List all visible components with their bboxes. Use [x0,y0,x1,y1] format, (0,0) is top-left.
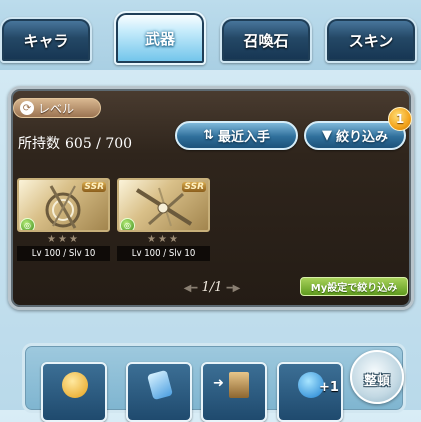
reserve-button[interactable] [126,362,192,422]
level-sort-button[interactable]: ⟳ レベル [13,98,101,118]
filter-label: 絞り込み [335,130,388,145]
tab-chara[interactable]: キャラ [0,17,92,63]
weapon-card[interactable]: SSR ◎ ★★★ Lv 100 / Slv 10 [17,178,110,263]
sort-button[interactable]: ⇅ 最近入手 [175,121,298,150]
tab-bar: キャラ 武器 召喚石 スキン [0,0,421,70]
tab-weapon[interactable]: 武器 [114,11,206,65]
next-page-arrow-icon[interactable]: ━▶ [227,283,241,294]
tab-summon[interactable]: 召喚石 [220,17,312,63]
my-setting-filter-button[interactable]: My設定で絞り込み [300,277,408,296]
weapon-image: SSR ◎ [17,178,110,232]
sort-label: 最近入手 [217,130,270,145]
plus-icon: +1 [319,380,339,395]
sell-button[interactable] [41,362,107,422]
weapon-level: Lv 100 / Slv 10 [117,246,210,261]
sort-arrows-icon: ⇅ [203,128,214,143]
weapon-level: Lv 100 / Slv 10 [17,246,110,261]
wind-element-icon: ◎ [120,218,135,230]
storage-button[interactable]: ➜ [201,362,267,422]
weapon-card[interactable]: SSR ◎ ★★★ Lv 100 / Slv 10 [117,178,210,263]
sort-round-button[interactable]: 整頓 [350,350,404,404]
expand-button[interactable]: +1 [277,362,343,422]
sort-round-label: 整頓 [363,374,390,389]
funnel-icon: ▼ [321,128,332,143]
gold-coin-icon [62,372,88,398]
filter-count-badge: 1 [388,107,412,131]
uncap-stars: ★★★ [47,234,80,245]
storage-box-icon [229,372,249,398]
owned-label: 所持数 [18,136,60,152]
prev-page-arrow-icon[interactable]: ◀━ [184,283,198,294]
rarity-badge: SSR [182,182,206,192]
wind-element-icon: ◎ [20,218,35,230]
arrow-right-icon: ➜ [213,376,224,391]
page-indicator: 1/1 [201,280,223,295]
uncap-stars: ★★★ [147,234,180,245]
weapon-image: SSR ◎ [117,178,210,232]
refresh-icon: ⟳ [20,101,34,115]
owned-count: 所持数 605 / 700 [18,133,132,153]
crystal-icon [146,369,174,401]
owned-count-value: 605 / 700 [65,136,133,152]
tab-skin[interactable]: スキン [325,17,417,63]
pagination: ◀━ 1/1 ━▶ [157,280,267,295]
rarity-badge: SSR [82,182,106,192]
level-sort-label: レベル [38,101,75,116]
